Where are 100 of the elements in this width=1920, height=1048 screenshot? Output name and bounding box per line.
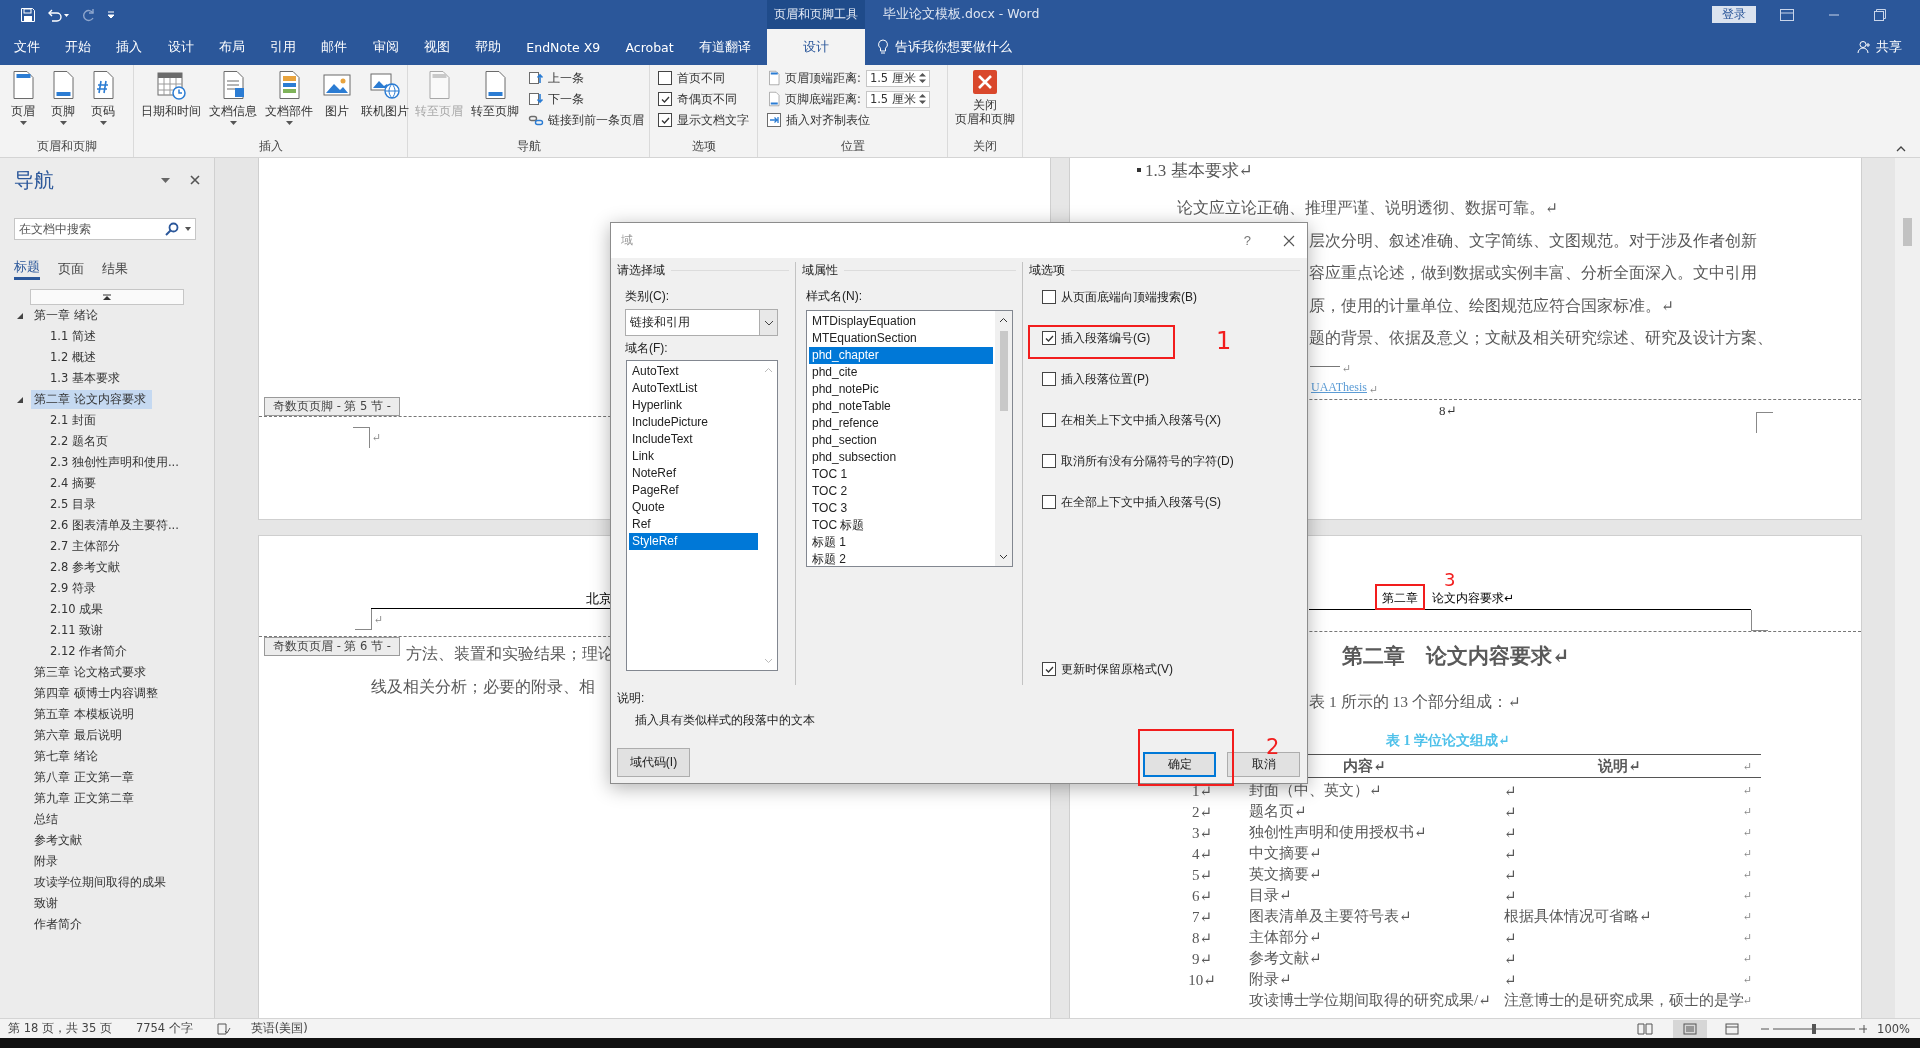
menu-tab[interactable]: 插入 (112, 29, 147, 65)
heading-item[interactable]: 1.1 简述 (47, 327, 99, 346)
ribbon-button[interactable]: 转至页脚 (468, 69, 522, 118)
list-item[interactable]: MTEquationSection (809, 330, 993, 347)
list-item[interactable]: Ref (629, 516, 758, 533)
ribbon-button[interactable]: 关闭 页眉和页脚 (952, 69, 1018, 126)
checkbox[interactable] (658, 92, 672, 106)
menu-tab[interactable]: 设计 (767, 29, 865, 65)
menu-tab[interactable]: 开始 (61, 29, 96, 65)
heading-item[interactable]: 1.3 基本要求 (47, 369, 123, 388)
heading-item[interactable]: 第八章 正文第一章 (31, 768, 152, 787)
sign-in-button[interactable]: 登录 (1712, 6, 1756, 23)
list-item[interactable]: phd_noteTable (809, 398, 993, 415)
heading-item[interactable]: 2.9 符录 (47, 579, 99, 598)
ribbon-button[interactable]: 页脚 (44, 69, 82, 125)
menu-tab[interactable]: 帮助 (471, 29, 506, 65)
list-item[interactable]: AutoText (629, 363, 758, 380)
search-icon[interactable] (165, 222, 179, 236)
checkbox-label[interactable]: 插入段落编号(G) (1061, 329, 1151, 347)
heading-item[interactable]: 第三章 论文格式要求 (31, 663, 152, 682)
menu-tab[interactable]: 视图 (419, 29, 454, 65)
list-item[interactable]: phd_cite (809, 364, 993, 381)
list-item[interactable]: TOC 标题 (809, 517, 993, 534)
ribbon-button[interactable]: 文档部件 (262, 69, 316, 125)
heading-item[interactable]: 2.1 封面 (47, 411, 99, 430)
heading-item[interactable]: 2.5 目录 (47, 495, 99, 514)
ribbon-button[interactable]: 文档信息 (206, 69, 260, 125)
scrollbar[interactable] (995, 311, 1012, 566)
heading-item[interactable]: 第五章 本模板说明 (31, 705, 152, 724)
list-item[interactable]: TOC 1 (809, 466, 993, 483)
dialog-button[interactable]: 确定 (1143, 752, 1216, 777)
list-item[interactable]: 标题 2 (809, 551, 993, 568)
checkbox-label[interactable]: 取消所有没有分隔符号的字符(D) (1061, 452, 1234, 470)
list-item[interactable]: PageRef (629, 482, 758, 499)
share-button[interactable]: 共享 (1876, 38, 1902, 56)
heading-item[interactable]: 2.3 独创性声明和使用... (47, 453, 182, 472)
redo-icon[interactable] (80, 6, 96, 23)
word-count[interactable]: 7754 个字 (135, 1021, 193, 1036)
list-item[interactable]: 标题 1 (809, 534, 993, 551)
heading-item[interactable]: 第七章 绪论 (31, 747, 152, 766)
menu-tab[interactable]: 设计 (163, 29, 198, 65)
pane-tab[interactable]: 结果 (102, 258, 128, 280)
checkbox-label[interactable]: 在相关上下文中插入段落号(X) (1061, 411, 1221, 429)
list-item[interactable]: Quote (629, 499, 758, 516)
menu-tab[interactable]: 有道翻译 (694, 29, 755, 65)
checkbox-label[interactable]: 从页面底端向顶端搜索(B) (1061, 288, 1197, 306)
menu-tab[interactable]: 引用 (266, 29, 301, 65)
checkbox[interactable] (1042, 372, 1056, 386)
save-icon[interactable] (20, 6, 36, 23)
heading-item[interactable]: 第四章 硕博士内容调整 (31, 684, 161, 703)
checkbox-label[interactable]: 更新时保留原格式(V) (1061, 660, 1173, 678)
caret-icon[interactable] (161, 177, 170, 183)
spinner-field[interactable]: 1.5 厘米 (865, 69, 930, 87)
checkbox-label[interactable]: 奇偶页不同 (677, 91, 737, 107)
heading-item[interactable]: 2.4 摘要 (47, 474, 99, 493)
tell-me-field[interactable]: 告诉我你想要做什么 (895, 38, 1012, 56)
collapse-ribbon-icon[interactable] (1896, 146, 1906, 152)
pane-tab[interactable]: 标题 (14, 258, 40, 280)
read-mode-icon[interactable] (1637, 1022, 1654, 1035)
heading-item[interactable]: 攻读学位期间取得的成果 (31, 873, 169, 892)
checkbox-label[interactable]: 显示文档文字 (677, 112, 749, 128)
checkbox-label[interactable]: 在全部上下文中插入段落号(S) (1061, 493, 1221, 511)
menu-tab[interactable]: EndNote X9 (522, 29, 605, 65)
checkbox[interactable] (658, 71, 672, 85)
heading-item[interactable]: 2.12 作者简介 (47, 642, 131, 661)
caret-icon[interactable] (185, 227, 191, 231)
zoom-slider[interactable] (1759, 1022, 1870, 1035)
checkbox-label[interactable]: 插入段落位置(P) (1061, 370, 1149, 388)
heading-item[interactable]: 第六章 最后说明 (31, 726, 152, 745)
ribbon-button[interactable]: 图片 (318, 69, 356, 118)
menu-tab[interactable]: 布局 (214, 29, 249, 65)
list-item[interactable]: phd_refence (809, 415, 993, 432)
list-item[interactable]: Link (629, 448, 758, 465)
list-item[interactable]: StyleRef (629, 533, 758, 550)
close-icon[interactable] (190, 175, 200, 185)
spin-arrows-icon[interactable] (918, 92, 926, 106)
heading-item[interactable]: 作者简介 (31, 915, 152, 934)
ribbon-button[interactable]: 页眉 (4, 69, 42, 125)
menu-tab[interactable]: 审阅 (368, 29, 403, 65)
zoom-level[interactable]: 100% (1877, 1021, 1910, 1036)
ribbon-button[interactable]: 联机图片 (358, 69, 412, 118)
expanded-triangle-icon[interactable] (16, 395, 24, 404)
heading-item[interactable]: 致谢 (31, 894, 152, 913)
checkbox[interactable] (1042, 331, 1056, 345)
web-layout-icon[interactable] (1725, 1022, 1740, 1035)
scrollbar-thumb[interactable] (999, 331, 1008, 411)
heading-item[interactable]: 2.8 参考文献 (47, 558, 123, 577)
menu-tab[interactable]: Acrobat (621, 29, 678, 65)
menu-tab[interactable]: 邮件 (317, 29, 352, 65)
category-dropdown[interactable]: 链接和引用 (625, 309, 778, 336)
page-count[interactable]: 第 18 页，共 35 页 (8, 1021, 112, 1036)
scrollbar-thumb[interactable] (1903, 218, 1912, 246)
checkbox[interactable] (1042, 454, 1056, 468)
list-item[interactable]: phd_subsection (809, 449, 993, 466)
list-item[interactable]: AutoTextList (629, 380, 758, 397)
ribbon-button[interactable]: 页码 (84, 69, 122, 125)
ribbon-button[interactable]: 插入对齐制表位 (766, 111, 930, 129)
spin-arrows-icon[interactable] (918, 71, 926, 85)
ribbon-button[interactable]: 链接到前一条页眉 (528, 111, 644, 129)
language[interactable]: 英语(美国) (250, 1021, 308, 1036)
